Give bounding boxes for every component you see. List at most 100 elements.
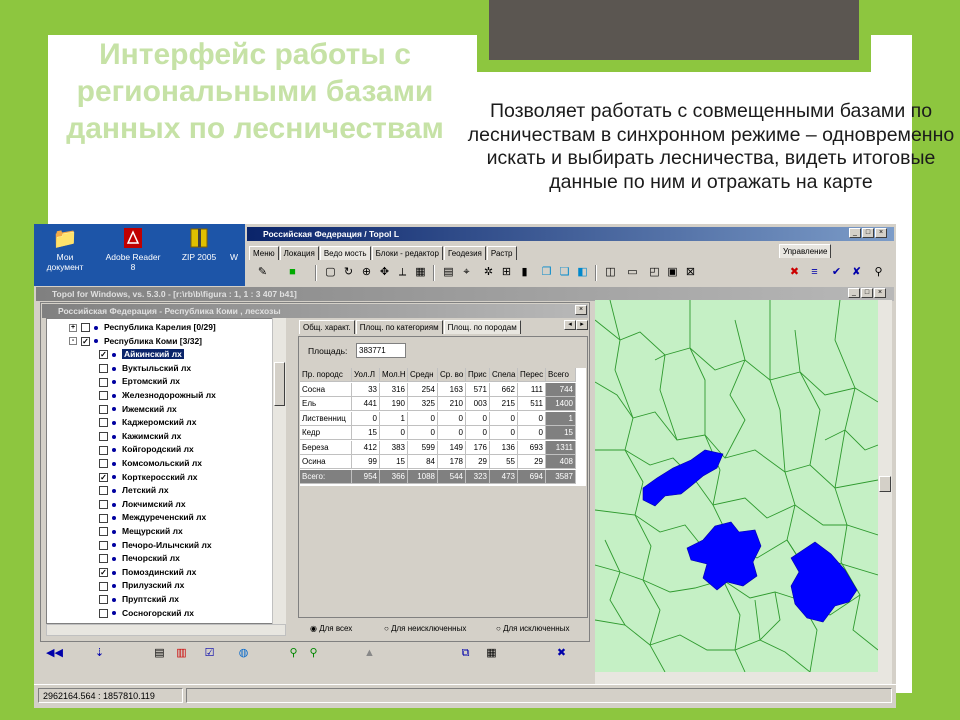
close-button[interactable]: × bbox=[575, 305, 587, 315]
tree-item[interactable]: + Республика Карелия [0/29] bbox=[69, 321, 216, 335]
tab-raster[interactable]: Растр bbox=[486, 246, 517, 260]
desktop-icon-app[interactable]: W bbox=[224, 226, 244, 262]
export-icon[interactable]: ▤ bbox=[152, 646, 167, 661]
tree-checkbox[interactable] bbox=[99, 377, 108, 387]
chart-tool-icon[interactable]: ◫ bbox=[603, 265, 618, 280]
desktop-icon-zip[interactable]: ZIP 2005 bbox=[168, 226, 230, 262]
table-header-cell[interactable]: Всего bbox=[546, 368, 576, 382]
tree-item[interactable]: Пруптский лх bbox=[99, 593, 179, 607]
table-header-cell[interactable]: Спела bbox=[490, 368, 518, 382]
collapse-icon[interactable]: - bbox=[69, 337, 77, 346]
radio-not-excluded[interactable]: ○ Для неисключенных bbox=[384, 624, 466, 633]
tree-item[interactable]: ✓ Корткеросский лх bbox=[99, 471, 198, 485]
tree-item[interactable]: Печорский лх bbox=[99, 552, 180, 566]
tab-location[interactable]: Локация bbox=[279, 246, 319, 260]
scale-tool-icon[interactable]: ⊞ bbox=[499, 265, 514, 280]
frame-tool-icon[interactable]: ▣ bbox=[665, 265, 680, 280]
expand-icon[interactable]: + bbox=[69, 323, 77, 332]
zoom-out-map-icon[interactable]: ⚲ bbox=[306, 646, 321, 661]
lock-tool-icon[interactable]: ▮ bbox=[517, 265, 532, 280]
tree-checkbox[interactable] bbox=[99, 595, 108, 605]
paste-tool-icon[interactable]: ❏ bbox=[557, 265, 572, 280]
measure-tool-icon[interactable]: ⟂ bbox=[395, 265, 410, 280]
desktop-icon-adobe-reader[interactable]: Adobe Reader 8 bbox=[102, 226, 164, 272]
table-header-cell[interactable]: Уол.Л bbox=[352, 368, 380, 382]
rewind-icon[interactable]: ◀◀ bbox=[46, 646, 63, 661]
tree-checkbox[interactable] bbox=[99, 513, 108, 523]
minimize-button[interactable]: _ bbox=[849, 228, 861, 238]
layer-tool-icon[interactable]: ◧ bbox=[575, 265, 590, 280]
tree-item[interactable]: Вуктыльский лх bbox=[99, 362, 191, 376]
table-header-cell[interactable]: Пр. породс bbox=[300, 368, 352, 382]
search-map-icon[interactable]: ⚲ bbox=[871, 265, 886, 280]
select-tool-icon[interactable]: ▢ bbox=[323, 265, 338, 280]
table-header-cell[interactable]: Ср. во bbox=[438, 368, 466, 382]
tree-checkbox[interactable] bbox=[99, 554, 108, 564]
tree-item[interactable]: Ижемский лх bbox=[99, 403, 177, 417]
table-header-cell[interactable]: Перес bbox=[518, 368, 546, 382]
close-button[interactable]: × bbox=[874, 288, 886, 298]
tree-item[interactable]: Каджеромский лх bbox=[99, 416, 196, 430]
list-icon[interactable]: ▦ bbox=[484, 646, 499, 661]
map-vscrollbar-thumb[interactable] bbox=[879, 476, 891, 492]
map-vscrollbar[interactable] bbox=[878, 300, 892, 672]
zoom-map-icon[interactable]: ⚲ bbox=[286, 646, 301, 661]
area-input[interactable] bbox=[356, 343, 406, 358]
globe-icon[interactable]: ◍ bbox=[236, 646, 251, 661]
table-tool-icon[interactable]: ▤ bbox=[441, 265, 456, 280]
tree-item[interactable]: ✓ Айкинский лх bbox=[99, 348, 184, 362]
pan-tool-icon[interactable]: ✥ bbox=[377, 265, 392, 280]
tree-item[interactable]: Мещурский лх bbox=[99, 525, 183, 539]
map-canvas[interactable] bbox=[595, 300, 878, 672]
tree-item[interactable]: Ертомский лх bbox=[99, 375, 180, 389]
check-icon[interactable]: ✔ bbox=[829, 265, 844, 280]
tab-general[interactable]: Общ. характ. bbox=[299, 320, 355, 334]
tree-item[interactable]: Койгородский лх bbox=[99, 443, 194, 457]
cross-tool-icon[interactable]: ✖ bbox=[787, 265, 802, 280]
tree-item[interactable]: Комсомольский лх bbox=[99, 457, 202, 471]
tree-checkbox[interactable] bbox=[99, 404, 108, 414]
tab-menu[interactable]: Меню bbox=[249, 246, 279, 260]
tree-checkbox[interactable]: ✓ bbox=[99, 568, 108, 578]
radio-excluded[interactable]: ○ Для исключенных bbox=[496, 624, 569, 633]
grid-tool-icon[interactable]: ▦ bbox=[413, 265, 428, 280]
tree-item[interactable]: - ✓ Республика Коми [3/32] bbox=[69, 335, 202, 349]
tree-checkbox[interactable]: ✓ bbox=[99, 472, 108, 482]
settings-tool-icon[interactable]: ✲ bbox=[481, 265, 496, 280]
tree-item[interactable]: Междуреченский лх bbox=[99, 511, 206, 525]
close-button[interactable]: × bbox=[875, 228, 887, 238]
tree-checkbox[interactable] bbox=[99, 540, 108, 550]
tree-item[interactable]: Кажимский лх bbox=[99, 430, 181, 444]
table-header-cell[interactable]: Мол.Н bbox=[380, 368, 408, 382]
tree-item[interactable]: Печоро-Илычский лх bbox=[99, 539, 212, 553]
tree-item[interactable]: Летский лх bbox=[99, 484, 169, 498]
tab-vedomost[interactable]: Ведо мость bbox=[319, 246, 371, 260]
tab-area-by-category[interactable]: Площ. по категориям bbox=[355, 320, 443, 334]
tree-checkbox[interactable] bbox=[99, 418, 108, 428]
cancel-icon[interactable]: ✘ bbox=[849, 265, 864, 280]
tree-item[interactable]: Локчимский лх bbox=[99, 498, 186, 512]
tree-item[interactable]: Железнодорожный лх bbox=[99, 389, 216, 403]
tab-scroll-right-button[interactable]: ▸ bbox=[576, 320, 588, 330]
tree-checkbox[interactable] bbox=[99, 391, 108, 401]
tree-checkbox[interactable] bbox=[99, 581, 108, 591]
tree-checkbox[interactable]: ✓ bbox=[81, 336, 90, 346]
radio-all[interactable]: ◉ Для всех bbox=[310, 624, 352, 633]
tab-blocks-editor[interactable]: Блоки - редактор bbox=[371, 246, 443, 260]
tree-item[interactable]: Прилузский лх bbox=[99, 579, 184, 593]
map-hscrollbar[interactable] bbox=[595, 672, 892, 684]
tree-checkbox[interactable] bbox=[81, 323, 90, 333]
tree-checkbox[interactable] bbox=[99, 486, 108, 496]
tree-checkbox[interactable] bbox=[99, 608, 108, 618]
green-cube-icon[interactable]: ■ bbox=[285, 265, 300, 280]
maximize-button[interactable]: □ bbox=[861, 288, 873, 298]
tree-icon[interactable]: ⧉ bbox=[458, 646, 473, 661]
tree-checkbox[interactable] bbox=[99, 459, 108, 469]
table-header-cell[interactable]: Средн bbox=[408, 368, 438, 382]
tree-scrollbar-thumb[interactable] bbox=[274, 362, 285, 406]
maximize-button[interactable]: □ bbox=[862, 228, 874, 238]
tree-checkbox[interactable] bbox=[99, 432, 108, 442]
magic-wand-icon[interactable]: ✎ bbox=[255, 265, 270, 280]
tab-scroll-left-button[interactable]: ◂ bbox=[564, 320, 576, 330]
delete-tool-icon[interactable]: ⊠ bbox=[683, 265, 698, 280]
